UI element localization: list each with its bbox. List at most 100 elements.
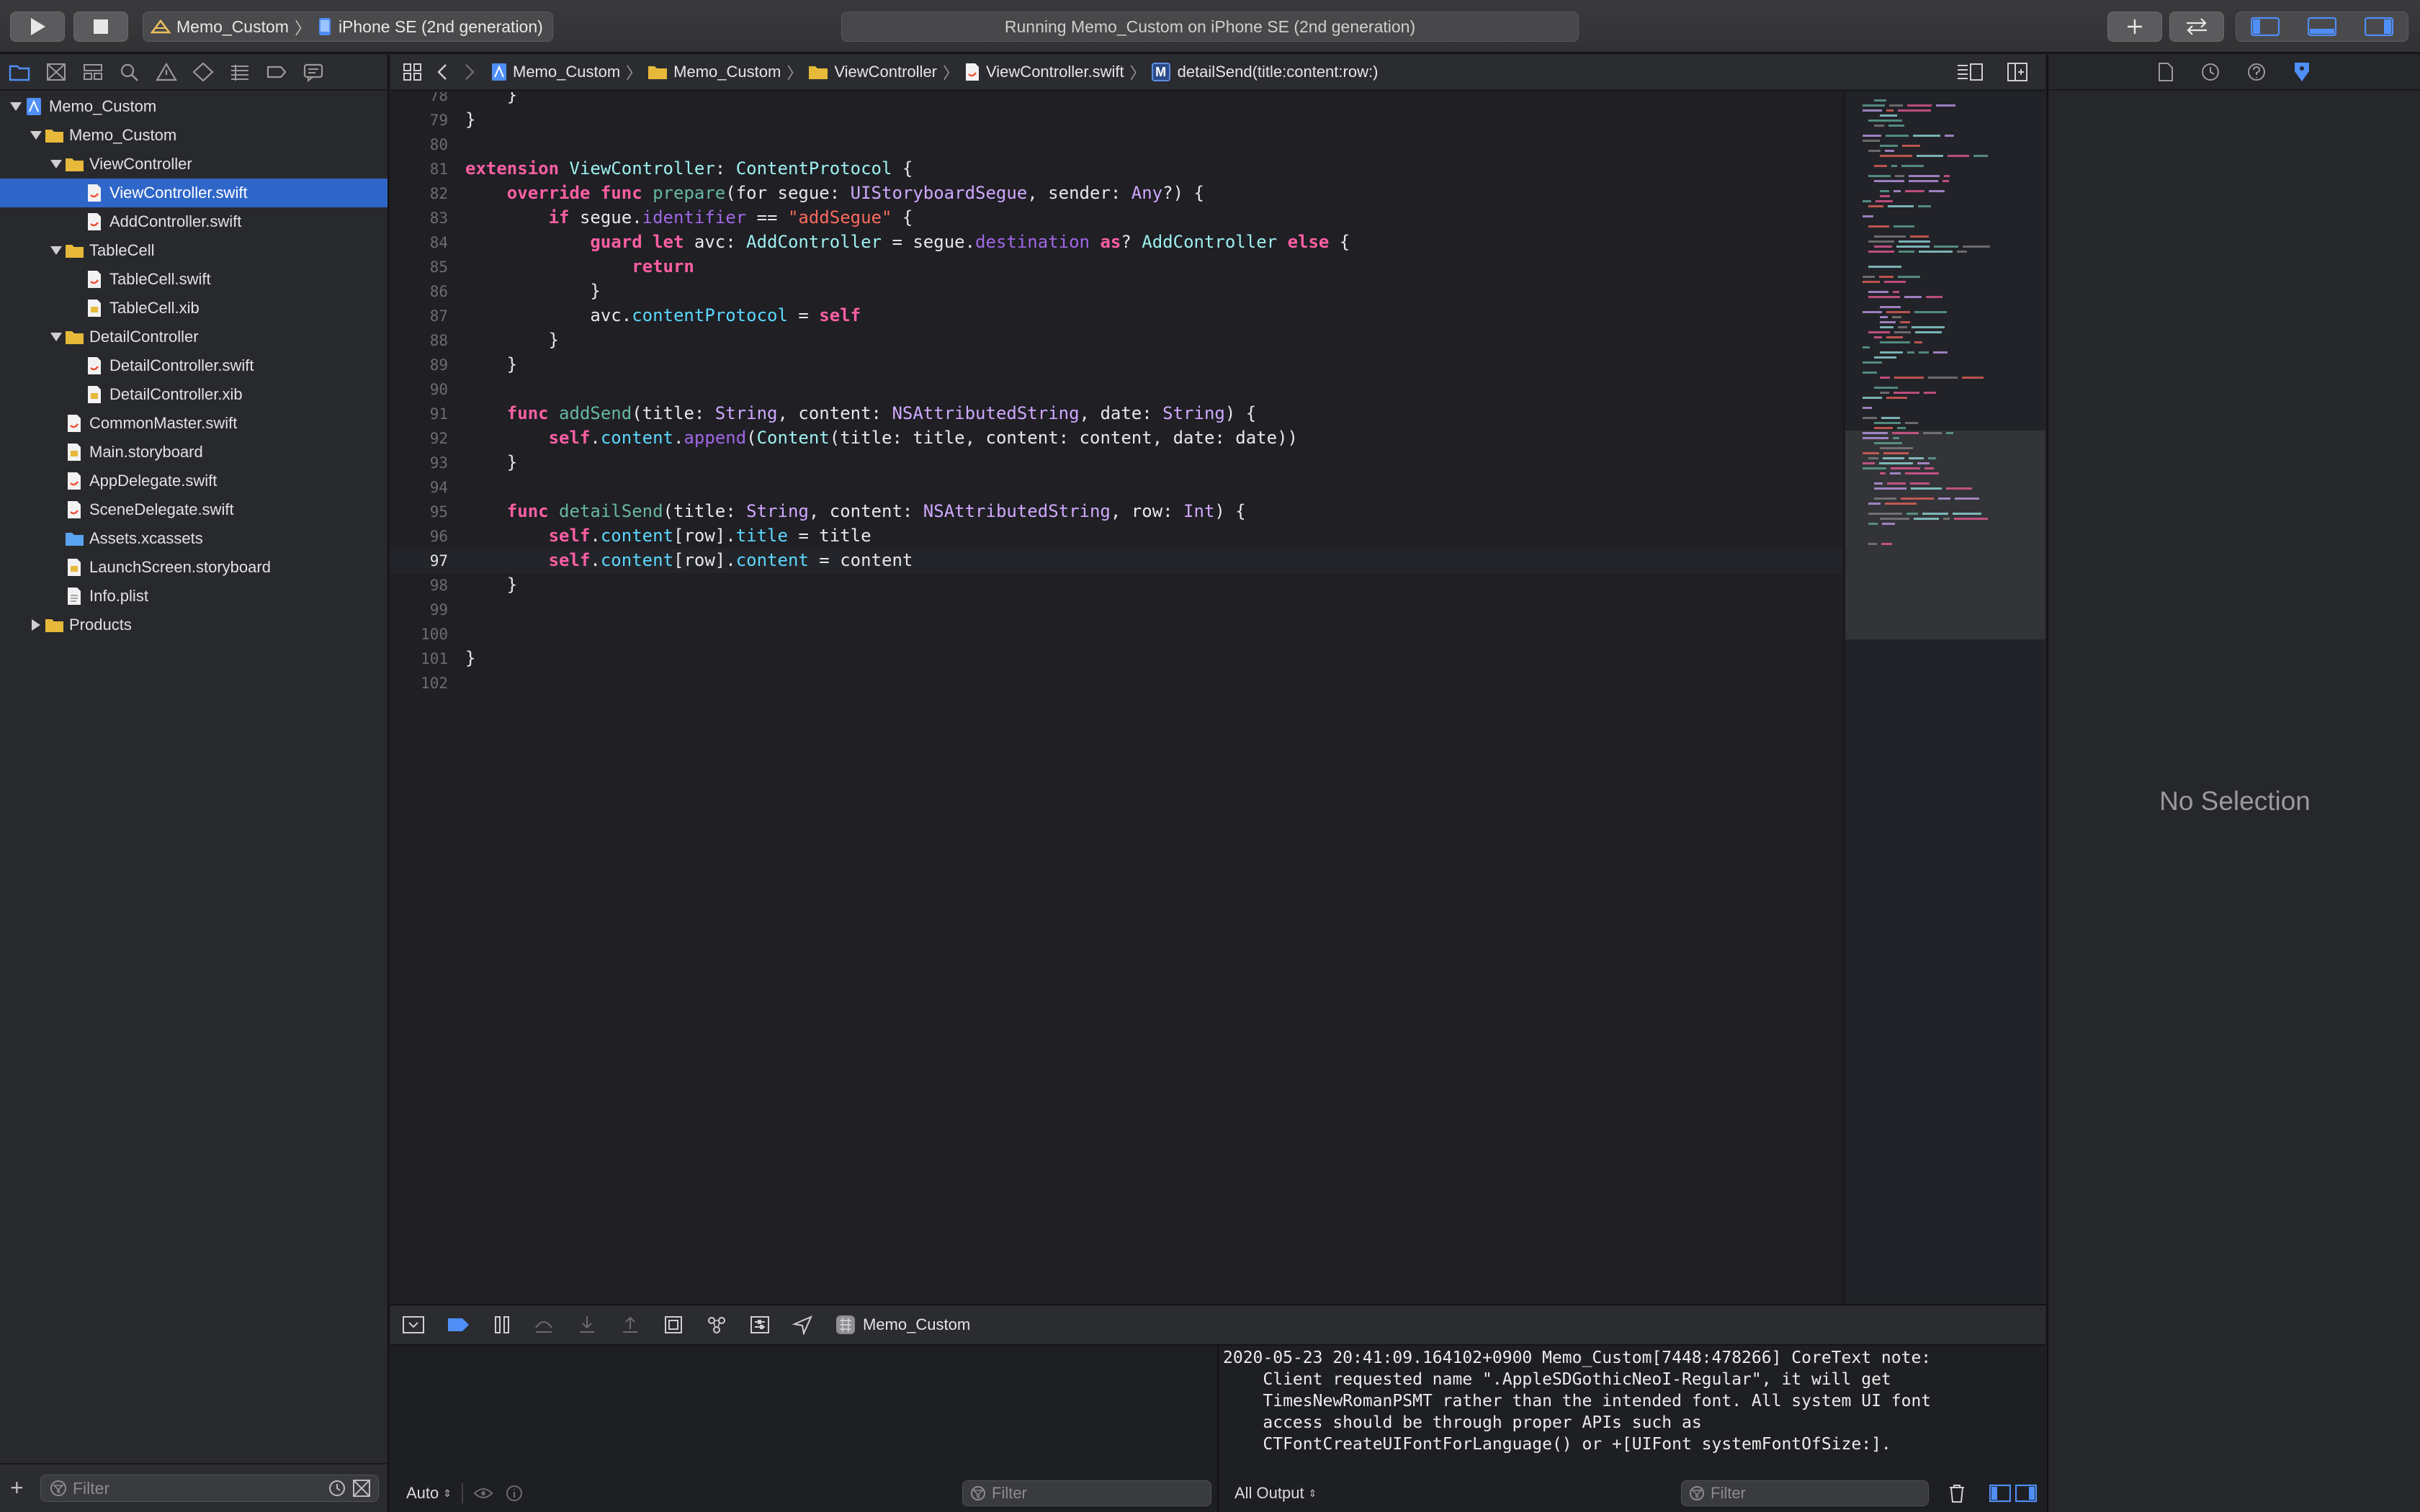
navigator-item[interactable]: Memo_Custom bbox=[0, 92, 387, 121]
navigator-item[interactable]: DetailController.xib bbox=[0, 380, 387, 409]
navigator-item[interactable]: TableCell bbox=[0, 236, 387, 265]
debug-navigator-icon[interactable] bbox=[229, 62, 251, 82]
navigator-item[interactable]: DetailController.swift bbox=[0, 351, 387, 380]
code-line[interactable]: if segue.identifier == "addSegue" { bbox=[465, 207, 913, 228]
code-line[interactable]: avc.contentProtocol = self bbox=[465, 305, 861, 325]
memory-graph-icon[interactable] bbox=[706, 1315, 727, 1335]
line-number[interactable]: 102 bbox=[390, 675, 448, 692]
toggle-debug-area-icon[interactable] bbox=[2307, 17, 2336, 37]
stop-button[interactable] bbox=[73, 12, 128, 42]
line-number[interactable]: 82 bbox=[390, 185, 448, 202]
code-line[interactable]: guard let avc: AddController = segue.des… bbox=[465, 232, 1350, 252]
code-line[interactable]: self.content[row].title = title bbox=[465, 526, 871, 546]
variables-filter-input[interactable]: Filter bbox=[962, 1480, 1211, 1506]
code-line[interactable]: return bbox=[465, 256, 694, 276]
step-into-icon[interactable] bbox=[576, 1315, 598, 1335]
quick-help-icon[interactable] bbox=[2246, 62, 2267, 82]
navigator-item[interactable]: CommonMaster.swift bbox=[0, 409, 387, 438]
back-arrow-icon[interactable] bbox=[436, 63, 448, 81]
hide-debug-area-icon[interactable] bbox=[402, 1315, 425, 1335]
navigator-item[interactable]: TableCell.xib bbox=[0, 294, 387, 323]
variables-mode-select[interactable]: Auto ⇕ bbox=[406, 1484, 452, 1503]
line-number[interactable]: 83 bbox=[390, 210, 448, 227]
code-line[interactable]: override func prepare(for segue: UIStory… bbox=[465, 183, 1204, 203]
file-inspector-icon[interactable] bbox=[2157, 62, 2174, 82]
navigator-item[interactable]: Memo_Custom bbox=[0, 121, 387, 150]
console-filter-input[interactable]: Filter bbox=[1681, 1480, 1929, 1506]
line-number[interactable]: 88 bbox=[390, 332, 448, 349]
code-line[interactable]: self.content.append(Content(title: title… bbox=[465, 428, 1298, 448]
breadcrumb-folder[interactable]: ViewController 〉 bbox=[808, 60, 964, 84]
line-number[interactable]: 78 bbox=[390, 92, 448, 104]
navigator-item[interactable]: Products bbox=[0, 611, 387, 639]
attributes-inspector-icon[interactable] bbox=[2293, 61, 2311, 83]
line-number[interactable]: 89 bbox=[390, 356, 448, 374]
step-out-icon[interactable] bbox=[619, 1315, 641, 1335]
scheme-selector[interactable]: Memo_Custom 〉 iPhone SE (2nd generation) bbox=[143, 12, 553, 42]
disclosure-open-icon[interactable] bbox=[48, 328, 65, 346]
line-number[interactable]: 79 bbox=[390, 112, 448, 129]
pause-icon[interactable] bbox=[493, 1315, 511, 1335]
breadcrumb-group[interactable]: Memo_Custom 〉 bbox=[647, 60, 808, 84]
navigator-item[interactable]: LaunchScreen.storyboard bbox=[0, 553, 387, 582]
disclosure-open-icon[interactable] bbox=[27, 127, 45, 144]
line-number[interactable]: 84 bbox=[390, 234, 448, 251]
disclosure-open-icon[interactable] bbox=[48, 242, 65, 259]
navigator-item[interactable]: Assets.xcassets bbox=[0, 524, 387, 553]
breakpoints-toggle-icon[interactable] bbox=[447, 1315, 471, 1334]
related-items-icon[interactable] bbox=[402, 62, 424, 82]
find-icon[interactable] bbox=[119, 62, 140, 82]
navigator-item[interactable]: AppDelegate.swift bbox=[0, 467, 387, 495]
add-file-icon[interactable]: + bbox=[10, 1476, 24, 1499]
navigator-item[interactable]: DetailController bbox=[0, 323, 387, 351]
breadcrumb-project[interactable]: Memo_Custom 〉 bbox=[491, 60, 647, 84]
code-line[interactable]: } bbox=[465, 330, 559, 350]
line-number[interactable]: 90 bbox=[390, 381, 448, 398]
line-number[interactable]: 99 bbox=[390, 601, 448, 618]
line-number[interactable]: 92 bbox=[390, 430, 448, 447]
code-line[interactable]: } bbox=[465, 648, 475, 668]
code-line[interactable]: func addSend(title: String, content: NSA… bbox=[465, 403, 1256, 423]
line-number[interactable]: 95 bbox=[390, 503, 448, 521]
line-number[interactable]: 98 bbox=[390, 577, 448, 594]
code-line[interactable]: } bbox=[465, 109, 475, 130]
code-line[interactable]: self.content[row].content = content bbox=[465, 550, 913, 570]
code-line[interactable]: } bbox=[465, 92, 517, 105]
code-line[interactable]: } bbox=[465, 575, 517, 595]
source-control-filter-icon[interactable] bbox=[352, 1479, 371, 1498]
issue-warning-icon[interactable] bbox=[156, 62, 177, 82]
run-button[interactable] bbox=[10, 12, 65, 42]
line-number[interactable]: 86 bbox=[390, 283, 448, 300]
navigator-item[interactable]: Info.plist bbox=[0, 582, 387, 611]
line-number[interactable]: 87 bbox=[390, 307, 448, 325]
environment-overrides-icon[interactable] bbox=[749, 1315, 771, 1335]
toggle-inspector-icon[interactable] bbox=[2365, 17, 2394, 37]
breakpoint-navigator-icon[interactable] bbox=[266, 62, 287, 82]
symbol-navigator-icon[interactable] bbox=[82, 62, 104, 82]
navigator-item[interactable]: ViewController.swift bbox=[0, 179, 387, 207]
split-view-right-icon[interactable] bbox=[2015, 1484, 2037, 1503]
line-number[interactable]: 100 bbox=[390, 626, 448, 643]
trash-icon[interactable] bbox=[1948, 1483, 1966, 1503]
line-number[interactable]: 81 bbox=[390, 161, 448, 178]
forward-arrow-icon[interactable] bbox=[464, 63, 475, 81]
minimap[interactable] bbox=[1844, 92, 2045, 1304]
view-hierarchy-icon[interactable] bbox=[663, 1315, 684, 1335]
code-line[interactable]: } bbox=[465, 452, 517, 472]
line-number[interactable]: 85 bbox=[390, 258, 448, 276]
library-button[interactable] bbox=[2107, 12, 2162, 42]
breadcrumb-method[interactable]: M detailSend(title:content:row:) bbox=[1151, 63, 1378, 81]
debug-target[interactable]: Memo_Custom bbox=[835, 1315, 970, 1335]
line-number[interactable]: 91 bbox=[390, 405, 448, 423]
navigator-item[interactable]: SceneDelegate.swift bbox=[0, 495, 387, 524]
history-clock-icon[interactable] bbox=[2200, 62, 2220, 82]
code-line[interactable]: } bbox=[465, 281, 600, 301]
console-mode-select[interactable]: All Output ⇕ bbox=[1234, 1484, 1317, 1503]
console-view[interactable]: 2020-05-23 20:41:09.164102+0900 Memo_Cus… bbox=[1220, 1346, 2045, 1512]
toggle-navigator-icon[interactable] bbox=[2250, 17, 2280, 37]
test-diamond-icon[interactable] bbox=[192, 62, 214, 82]
recent-files-icon[interactable] bbox=[328, 1479, 346, 1498]
step-over-icon[interactable] bbox=[533, 1315, 555, 1335]
info-icon[interactable] bbox=[505, 1484, 524, 1503]
navigator-item[interactable]: TableCell.swift bbox=[0, 265, 387, 294]
